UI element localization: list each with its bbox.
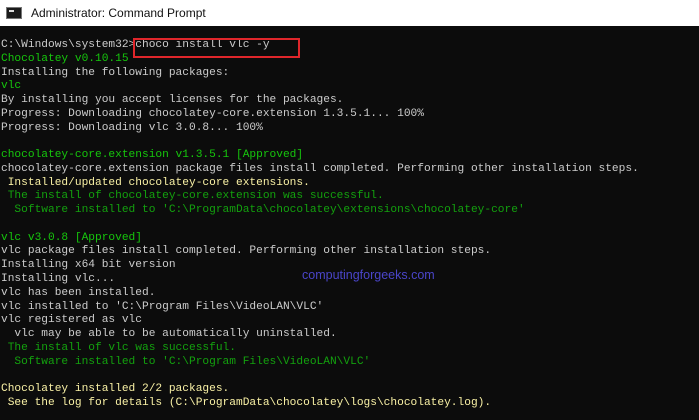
console-line: chocolatey-core.extension v1.3.5.1 [Appr…: [1, 149, 304, 162]
console-line: vlc v3.0.8 [Approved]: [1, 231, 142, 244]
watermark: computingforgeeks.com: [302, 268, 435, 282]
title-bar[interactable]: Administrator: Command Prompt: [0, 0, 699, 26]
console-line: Progress: Downloading chocolatey-core.ex…: [1, 107, 424, 120]
console-line: vlc: [1, 80, 22, 93]
console-line: Software installed to 'C:\ProgramData\ch…: [1, 204, 525, 217]
console-line: Progress: Downloading vlc 3.0.8... 100%: [1, 121, 263, 134]
console-line: The install of vlc was successful.: [1, 341, 236, 354]
command-highlight-box: [133, 38, 300, 58]
console-line: Chocolatey v0.10.15: [1, 52, 129, 65]
console-line: vlc installed to 'C:\Program Files\Video…: [1, 300, 324, 313]
console-output[interactable]: C:\Windows\system32>choco install vlc -y…: [1, 39, 639, 411]
console-line: By installing you accept licenses for th…: [1, 94, 344, 107]
console-line: chocolatey-core.extension package files …: [1, 162, 639, 175]
console-line: Installing the following packages:: [1, 66, 230, 79]
console-line: Software installed to 'C:\Program Files\…: [1, 355, 371, 368]
console-line: Installed/updated chocolatey-core extens…: [1, 176, 310, 189]
console-line: vlc may be able to be automatically unin…: [1, 328, 337, 341]
console-line: vlc package files install completed. Per…: [1, 245, 492, 258]
window-title: Administrator: Command Prompt: [31, 6, 206, 20]
command-prompt-icon: [6, 7, 22, 19]
console-line: C:\Windows\system32>choco install vlc -y: [1, 39, 270, 51]
console-line: Chocolatey installed 2/2 packages.: [1, 383, 230, 396]
console-line: The install of chocolatey-core.extension…: [1, 190, 384, 203]
console-line: vlc has been installed.: [1, 286, 156, 299]
console-line: See the log for details (C:\ProgramData\…: [1, 396, 492, 409]
console-line: vlc registered as vlc: [1, 314, 142, 327]
